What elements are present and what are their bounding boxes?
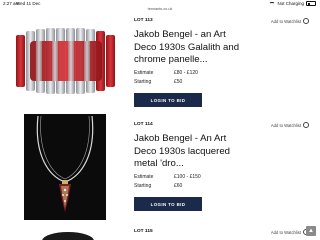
estimate-label: Estimate bbox=[134, 70, 154, 76]
lot-number: LOT 115 bbox=[134, 229, 153, 234]
estimate-value: £80 - £120 bbox=[174, 70, 198, 76]
circle-checkbox-icon[interactable] bbox=[303, 122, 309, 128]
wifi-icon bbox=[269, 1, 276, 6]
starting-row: Starting £50 bbox=[134, 79, 182, 85]
login-to-bid-button[interactable]: LOGIN TO BID bbox=[134, 197, 202, 211]
lot-title[interactable]: Jakob Bengel - an Art Deco 1930s Galalit… bbox=[134, 29, 246, 67]
charging-status: Not Charging bbox=[277, 1, 304, 6]
lot-number: LOT 113 bbox=[134, 18, 153, 23]
watchlist-label: Add to Watchlist bbox=[270, 229, 301, 235]
add-to-watchlist[interactable]: Add to Watchlist bbox=[271, 122, 309, 128]
status-right: Not Charging bbox=[269, 1, 316, 6]
starting-value: £60 bbox=[174, 183, 183, 189]
login-to-bid-button[interactable]: LOGIN TO BID bbox=[134, 93, 202, 107]
circle-checkbox-icon[interactable] bbox=[303, 18, 309, 24]
scroll-to-top-button[interactable]: ▲ bbox=[306, 226, 316, 236]
starting-row: Starting £60 bbox=[134, 183, 182, 189]
chevron-up-icon: ▲ bbox=[308, 228, 314, 234]
lot-115-image[interactable] bbox=[40, 228, 96, 240]
watchlist-label: Add to Watchlist bbox=[270, 122, 301, 128]
add-to-watchlist[interactable]: Add to Watchlist bbox=[271, 18, 309, 24]
starting-label: Starting bbox=[134, 183, 152, 189]
battery-icon bbox=[306, 1, 316, 6]
lot-title[interactable]: Jakob Bengel - An Art Deco 1930s lacquer… bbox=[134, 133, 246, 171]
bracelet-image[interactable] bbox=[14, 20, 118, 102]
estimate-row: Estimate £100 - £150 bbox=[134, 174, 201, 180]
estimate-row: Estimate £80 - £120 bbox=[134, 70, 198, 76]
estimate-value: £100 - £150 bbox=[174, 174, 201, 180]
starting-value: £50 bbox=[174, 79, 183, 85]
url-bar[interactable]: tennants.co.uk bbox=[0, 7, 320, 13]
add-to-watchlist[interactable]: Add to Watchlist bbox=[271, 229, 309, 235]
estimate-label: Estimate bbox=[134, 174, 154, 180]
status-date: Wed 11 Dec bbox=[16, 1, 41, 6]
bracelet-links bbox=[16, 28, 115, 94]
watchlist-label: Add to Watchlist bbox=[270, 18, 301, 24]
lot-number: LOT 114 bbox=[134, 122, 153, 127]
necklace-image[interactable] bbox=[24, 114, 106, 220]
starting-label: Starting bbox=[134, 79, 152, 85]
